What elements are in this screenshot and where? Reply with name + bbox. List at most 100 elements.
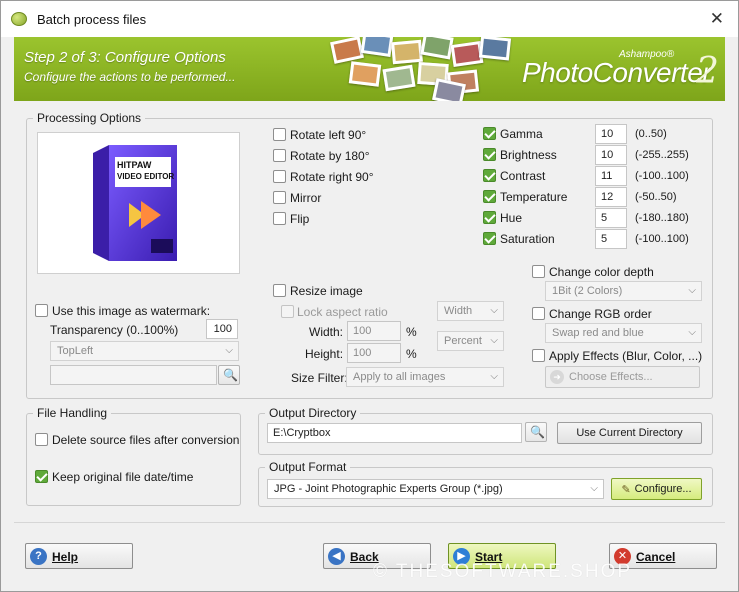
rgb-order-checkbox[interactable]	[532, 307, 545, 320]
transparency-input[interactable]: 100	[206, 319, 238, 339]
unit-select-value: Percent	[444, 335, 482, 347]
color-depth-label: Change color depth	[549, 265, 654, 279]
keep-date-label: Keep original file date/time	[52, 470, 194, 484]
help-button[interactable]: ? Help	[25, 543, 133, 569]
watermark-file-input[interactable]	[50, 365, 217, 385]
dimension-select[interactable]: Width ⌵	[437, 301, 504, 321]
lock-aspect-label: Lock aspect ratio	[297, 305, 388, 319]
chevron-down-icon: ⌵	[490, 335, 498, 346]
footer-divider	[14, 522, 725, 523]
rgb-order-value: Swap red and blue	[552, 327, 644, 339]
choose-effects-button[interactable]: ➜ Choose Effects...	[545, 366, 700, 388]
processing-options-legend: Processing Options	[33, 111, 146, 125]
product-box-image: HITPAW VIDEO EDITOR	[89, 143, 189, 263]
folder-search-icon: 🔍	[530, 425, 545, 439]
watermark-preview-image: HITPAW VIDEO EDITOR	[37, 132, 240, 274]
chevron-down-icon: ⌵	[688, 327, 696, 338]
use-watermark-checkbox[interactable]	[35, 304, 48, 317]
width-label: Width:	[309, 325, 344, 339]
temperature-label: Temperature	[500, 190, 568, 204]
delete-source-checkbox[interactable]	[35, 433, 48, 446]
size-filter-label: Size Filter:	[291, 371, 348, 385]
use-watermark-label: Use this image as watermark:	[52, 304, 211, 318]
rotate-180-checkbox[interactable]	[273, 149, 286, 162]
size-filter-select[interactable]: Apply to all images ⌵	[346, 367, 504, 387]
height-input[interactable]: 100	[347, 343, 401, 363]
height-label: Height:	[305, 347, 344, 361]
color-depth-checkbox[interactable]	[532, 265, 545, 278]
height-percent-sign: %	[406, 347, 417, 361]
configure-button[interactable]: ✎ Configure...	[611, 478, 702, 500]
contrast-range: (-100..100)	[635, 170, 689, 182]
width-input[interactable]: 100	[347, 321, 401, 341]
file-handling-legend: File Handling	[33, 406, 112, 420]
watermark-text: © THESOFTWARE.SHOP	[373, 561, 633, 582]
mirror-label: Mirror	[290, 191, 322, 205]
gamma-input[interactable]: 10	[595, 124, 627, 144]
back-arrow-icon: ◀	[328, 548, 345, 565]
product-title-line1: HITPAW	[117, 160, 152, 170]
color-depth-value: 1Bit (2 Colors)	[552, 285, 623, 297]
watermark-position-value: TopLeft	[57, 345, 94, 357]
gamma-label: Gamma	[500, 127, 543, 141]
temperature-checkbox[interactable]	[483, 190, 496, 203]
keep-date-checkbox[interactable]	[35, 470, 48, 483]
rgb-order-select[interactable]: Swap red and blue ⌵	[545, 323, 702, 343]
brightness-input[interactable]: 10	[595, 145, 627, 165]
gamma-checkbox[interactable]	[483, 127, 496, 140]
brightness-checkbox[interactable]	[483, 148, 496, 161]
resize-image-checkbox[interactable]	[273, 284, 286, 297]
hue-label: Hue	[500, 211, 523, 225]
brand-product-name: PhotoConverter	[522, 57, 712, 88]
chevron-down-icon: ⌵	[225, 345, 233, 356]
contrast-input[interactable]: 11	[595, 166, 627, 186]
app-icon	[11, 12, 27, 26]
color-depth-select[interactable]: 1Bit (2 Colors) ⌵	[545, 281, 702, 301]
mirror-checkbox[interactable]	[273, 191, 286, 204]
temperature-range: (-50..50)	[635, 191, 677, 203]
rotate-right-label: Rotate right 90°	[290, 170, 374, 184]
use-current-directory-button[interactable]: Use Current Directory	[557, 422, 702, 444]
title-bar: Batch process files ✕	[1, 1, 738, 37]
flip-label: Flip	[290, 212, 310, 226]
hue-range: (-180..180)	[635, 212, 689, 224]
temperature-input[interactable]: 12	[595, 187, 627, 207]
hue-input[interactable]: 5	[595, 208, 627, 228]
chevron-down-icon: ⌵	[490, 305, 498, 316]
width-percent-sign: %	[406, 325, 417, 339]
browse-directory-button[interactable]: 🔍	[525, 422, 547, 442]
browse-watermark-button[interactable]: 🔍	[218, 365, 240, 385]
flip-checkbox[interactable]	[273, 212, 286, 225]
effects-icon: ➜	[550, 370, 564, 384]
output-format-select[interactable]: JPG - Joint Photographic Experts Group (…	[267, 479, 604, 499]
output-format-value: JPG - Joint Photographic Experts Group (…	[274, 483, 503, 495]
rotate-left-checkbox[interactable]	[273, 128, 286, 141]
saturation-label: Saturation	[500, 232, 555, 246]
unit-select[interactable]: Percent ⌵	[437, 331, 504, 351]
saturation-input[interactable]: 5	[595, 229, 627, 249]
wizard-banner: Step 2 of 3: Configure Options Configure…	[14, 37, 725, 101]
cancel-label: Cancel	[636, 550, 676, 564]
gamma-range: (0..50)	[635, 128, 667, 140]
rotate-180-label: Rotate by 180°	[290, 149, 370, 163]
wizard-step-title: Step 2 of 3: Configure Options	[24, 49, 226, 66]
hue-checkbox[interactable]	[483, 211, 496, 224]
resize-image-label: Resize image	[290, 284, 363, 298]
apply-effects-checkbox[interactable]	[532, 349, 545, 362]
brightness-label: Brightness	[500, 148, 557, 162]
rotate-right-checkbox[interactable]	[273, 170, 286, 183]
watermark-position-select[interactable]: TopLeft ⌵	[50, 341, 239, 361]
choose-effects-label: Choose Effects...	[569, 371, 653, 383]
contrast-checkbox[interactable]	[483, 169, 496, 182]
saturation-checkbox[interactable]	[483, 232, 496, 245]
brightness-range: (-255..255)	[635, 149, 689, 161]
help-icon: ?	[30, 548, 47, 565]
close-icon[interactable]: ✕	[710, 9, 724, 29]
configure-label: Configure...	[634, 483, 692, 495]
folder-search-icon: 🔍	[223, 368, 238, 382]
file-handling-group: File Handling	[26, 406, 241, 506]
chevron-down-icon: ⌵	[490, 371, 498, 382]
product-title-line2: VIDEO EDITOR	[117, 172, 175, 181]
output-directory-input[interactable]: E:\Cryptbox	[267, 423, 522, 443]
lock-aspect-checkbox[interactable]	[281, 305, 294, 318]
